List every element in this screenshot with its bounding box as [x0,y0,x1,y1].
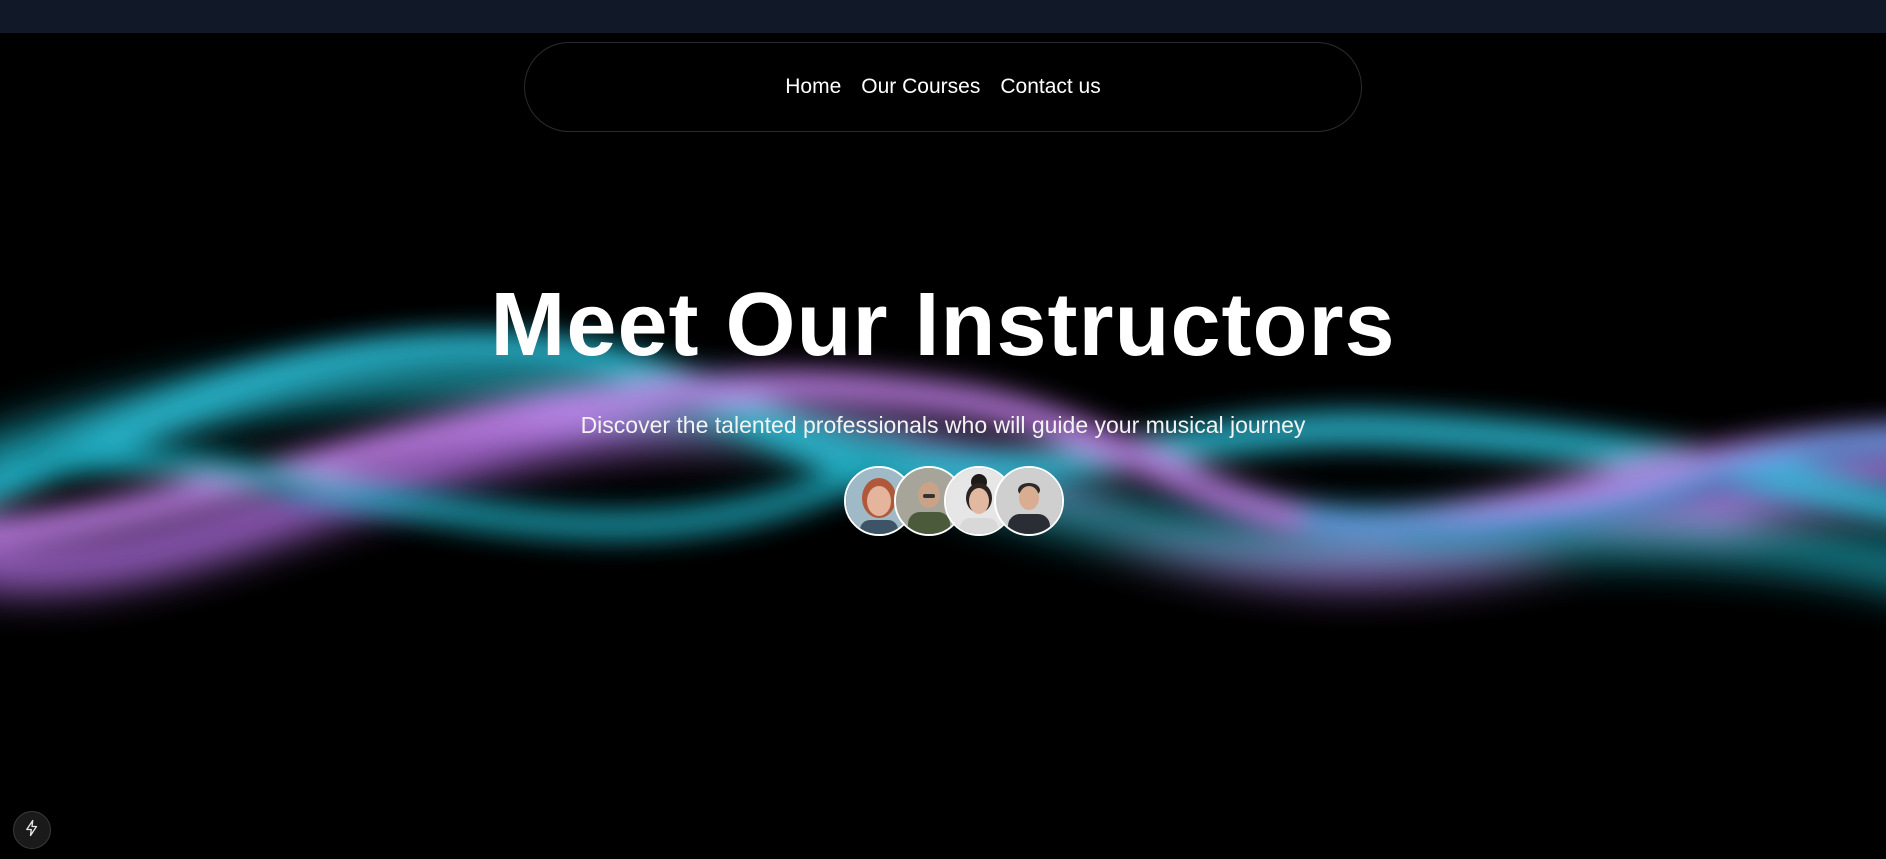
nav-link-contact-us[interactable]: Contact us [1000,75,1100,99]
hero-subtitle: Discover the talented professionals who … [580,412,1306,438]
hero-title: Meet Our Instructors [490,275,1396,375]
instructor-avatar-group [844,466,1066,536]
corner-badge-button[interactable] [13,811,51,849]
avatar-instructor-4[interactable] [994,466,1064,536]
lightning-icon [23,819,41,842]
nav-link-home[interactable]: Home [785,75,841,99]
nav-link-our-courses[interactable]: Our Courses [861,75,980,99]
top-bar [0,0,1886,33]
main-navigation: Home Our Courses Contact us [524,42,1362,132]
